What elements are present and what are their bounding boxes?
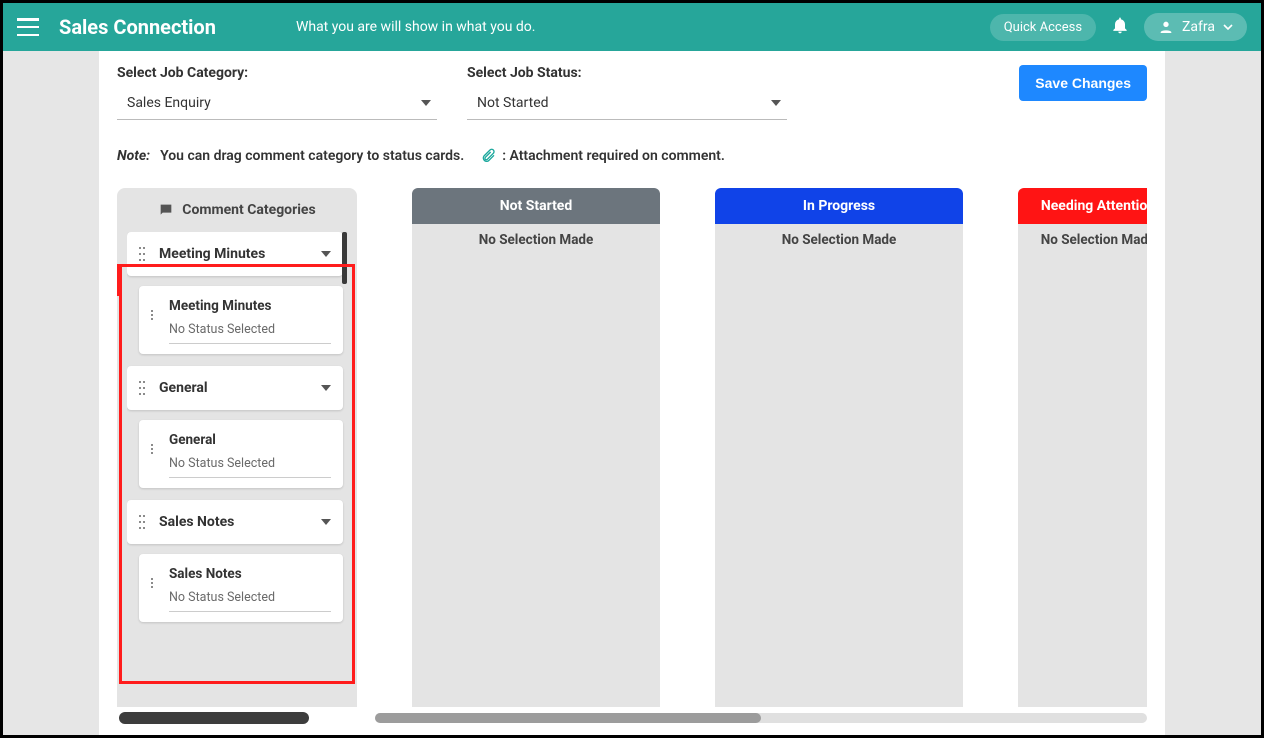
- category-header-sales-notes[interactable]: Sales Notes: [127, 500, 343, 544]
- category-group: Sales Notes Sales Notes No Status Select…: [127, 500, 343, 622]
- drag-handle-icon[interactable]: [139, 247, 147, 261]
- category-header-meeting-minutes[interactable]: Meeting Minutes: [127, 232, 343, 276]
- status-header: In Progress: [715, 188, 963, 224]
- comment-icon: [158, 202, 174, 218]
- left-gutter: [3, 51, 99, 735]
- chevron-down-icon: [771, 100, 781, 106]
- category-item[interactable]: Meeting Minutes No Status Selected: [139, 286, 343, 354]
- paperclip-icon: [480, 146, 496, 166]
- category-item[interactable]: Sales Notes No Status Selected: [139, 554, 343, 622]
- status-column-not-started[interactable]: Not Started No Selection Made: [412, 188, 660, 707]
- categories-scroll[interactable]: Meeting Minutes Meeting Minutes No Statu…: [127, 232, 347, 672]
- category-group: Meeting Minutes Meeting Minutes No Statu…: [127, 232, 343, 354]
- drag-handle-icon[interactable]: [151, 310, 157, 320]
- status-header: Needing Attention: [1018, 188, 1147, 224]
- user-menu[interactable]: Zafra: [1144, 13, 1247, 41]
- user-name: Zafra: [1182, 19, 1215, 35]
- bottom-scrollbars: [117, 711, 1147, 725]
- main-content: Select Job Category: Sales Enquiry Selec…: [99, 51, 1165, 735]
- drag-handle-icon[interactable]: [139, 381, 147, 395]
- menu-icon[interactable]: [17, 18, 39, 36]
- notifications-icon[interactable]: [1110, 15, 1130, 39]
- status-column-in-progress[interactable]: In Progress No Selection Made: [715, 188, 963, 707]
- job-status-select[interactable]: Not Started: [467, 89, 787, 120]
- comment-categories-title: Comment Categories: [182, 202, 315, 218]
- right-gutter: [1165, 51, 1261, 735]
- status-header: Not Started: [412, 188, 660, 224]
- status-column-needing-attention[interactable]: Needing Attention No Selection Made: [1018, 188, 1147, 707]
- chevron-down-icon: [421, 100, 431, 106]
- chevron-down-icon[interactable]: [321, 385, 331, 391]
- note-label: Note:: [117, 148, 150, 164]
- note-drag-text: You can drag comment category to status …: [160, 148, 464, 164]
- comment-categories-panel: Comment Categories 4 Meeting Minutes: [117, 188, 357, 707]
- quick-access-button[interactable]: Quick Access: [990, 14, 1096, 41]
- category-group: General General No Status Selected: [127, 366, 343, 488]
- save-changes-button[interactable]: Save Changes: [1019, 65, 1147, 101]
- drag-handle-icon[interactable]: [151, 578, 157, 588]
- job-category-label: Select Job Category:: [117, 65, 437, 81]
- drag-handle-icon[interactable]: [151, 444, 157, 454]
- category-item[interactable]: General No Status Selected: [139, 420, 343, 488]
- categories-scrollbar[interactable]: [119, 712, 309, 724]
- top-bar: Sales Connection What you are will show …: [3, 3, 1261, 51]
- board: Comment Categories 4 Meeting Minutes: [117, 188, 1147, 707]
- chevron-down-icon: [1223, 22, 1233, 32]
- status-body: No Selection Made: [1018, 224, 1147, 707]
- status-body: No Selection Made: [412, 224, 660, 707]
- board-scrollbar-thumb[interactable]: [375, 713, 761, 723]
- board-scrollbar-track[interactable]: [375, 713, 1147, 723]
- job-category-value: Sales Enquiry: [127, 95, 211, 111]
- job-status-value: Not Started: [477, 95, 549, 111]
- job-category-select[interactable]: Sales Enquiry: [117, 89, 437, 120]
- drag-handle-icon[interactable]: [139, 515, 147, 529]
- category-header-general[interactable]: General: [127, 366, 343, 410]
- status-body: No Selection Made: [715, 224, 963, 707]
- tagline: What you are will show in what you do.: [296, 19, 536, 35]
- chevron-down-icon[interactable]: [321, 251, 331, 257]
- app-title: Sales Connection: [59, 15, 216, 39]
- step-badge: 4: [117, 264, 121, 296]
- avatar-icon: [1158, 19, 1174, 35]
- chevron-down-icon[interactable]: [321, 519, 331, 525]
- note-attach-text: : Attachment required on comment.: [502, 148, 725, 164]
- job-status-label: Select Job Status:: [467, 65, 787, 81]
